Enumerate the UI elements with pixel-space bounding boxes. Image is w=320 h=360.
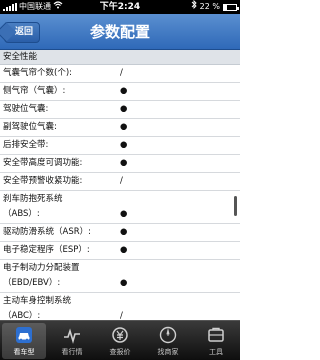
section-header: 安全性能	[0, 50, 240, 65]
spec-value: /	[120, 176, 123, 186]
status-right: 22 %	[191, 0, 239, 14]
spec-label: 侧气帘（气囊）:	[3, 86, 66, 96]
scroll-indicator[interactable]	[234, 196, 237, 216]
store-icon	[158, 325, 178, 345]
spec-row: 安全带高度可调功能: ●	[0, 155, 240, 173]
spec-row: 副驾驶位气囊: ●	[0, 119, 240, 137]
spec-label: 刹车防抱死系统	[3, 194, 63, 204]
spec-value: ●	[120, 278, 128, 288]
tab-tools[interactable]: 工具	[194, 323, 238, 359]
spec-value: ●	[120, 104, 128, 114]
tools-icon	[206, 325, 226, 345]
spec-label: 后排安全带:	[3, 140, 49, 150]
spec-row: 安全带预警收紧功能: /	[0, 173, 240, 191]
spec-label: 电子稳定程序（ESP）:	[3, 245, 90, 255]
tab-label: 查报价	[109, 348, 131, 356]
spec-label-cont: （ABS）:	[3, 209, 40, 219]
spec-label: 安全带高度可调功能:	[3, 158, 83, 168]
spec-label: 副驾驶位气囊:	[3, 122, 57, 132]
navigation-bar: 参数配置 返回	[0, 14, 240, 50]
tab-store[interactable]: 找商家	[146, 323, 190, 359]
tab-chart[interactable]: 看行情	[50, 323, 94, 359]
spec-label-cont: （EBD/EBV）:	[3, 278, 61, 288]
spec-value: ●	[120, 158, 128, 168]
tab-label: 看车型	[13, 348, 35, 356]
battery-percent: 22 %	[199, 2, 220, 11]
tab-car[interactable]: 看车型	[2, 323, 46, 359]
spec-label: 安全带预警收紧功能:	[3, 176, 83, 186]
tab-label: 工具	[209, 348, 223, 356]
spec-label: 气囊气帘个数(个):	[3, 68, 72, 78]
back-button[interactable]: 返回	[4, 22, 41, 43]
spec-value: ●	[120, 227, 128, 237]
spec-row: 驾驶位气囊: ●	[0, 101, 240, 119]
spec-label: 驱动防滑系统（ASR）:	[3, 227, 91, 237]
spec-value: /	[120, 68, 123, 78]
spec-row: 气囊气帘个数(个): /	[0, 65, 240, 83]
price-icon	[110, 325, 130, 345]
spec-row: 驱动防滑系统（ASR）: ●	[0, 224, 240, 242]
spec-value: ●	[120, 245, 128, 255]
spec-label: 驾驶位气囊:	[3, 104, 49, 114]
spec-value: ●	[120, 86, 128, 96]
battery-icon	[223, 3, 239, 11]
tab-label: 看行情	[61, 348, 83, 356]
bluetooth-icon	[191, 0, 197, 14]
spec-row: 电子制动力分配装置 （EBD/EBV）: ●	[0, 260, 240, 293]
spec-row: 后排安全带: ●	[0, 137, 240, 155]
back-button-label: 返回	[15, 27, 34, 37]
spec-value: ●	[120, 140, 128, 150]
car-icon	[14, 325, 34, 345]
spec-value: ●	[120, 209, 128, 219]
spec-value: ●	[120, 122, 128, 132]
spec-row: 刹车防抱死系统 （ABS）: ●	[0, 191, 240, 224]
spec-label: 电子制动力分配装置	[3, 263, 80, 273]
spec-label: 主动车身控制系统	[3, 296, 72, 306]
spec-row: 侧气帘（气囊）: ●	[0, 83, 240, 101]
status-bar: 中国联通 下午2:24 22 %	[0, 0, 240, 14]
chart-icon	[62, 325, 82, 345]
tab-price[interactable]: 查报价	[98, 323, 142, 359]
tab-label: 找商家	[157, 348, 179, 356]
spec-row: 电子稳定程序（ESP）: ●	[0, 242, 240, 260]
tab-bar: 看车型 看行情 查报价 找商家 工具	[0, 320, 240, 360]
